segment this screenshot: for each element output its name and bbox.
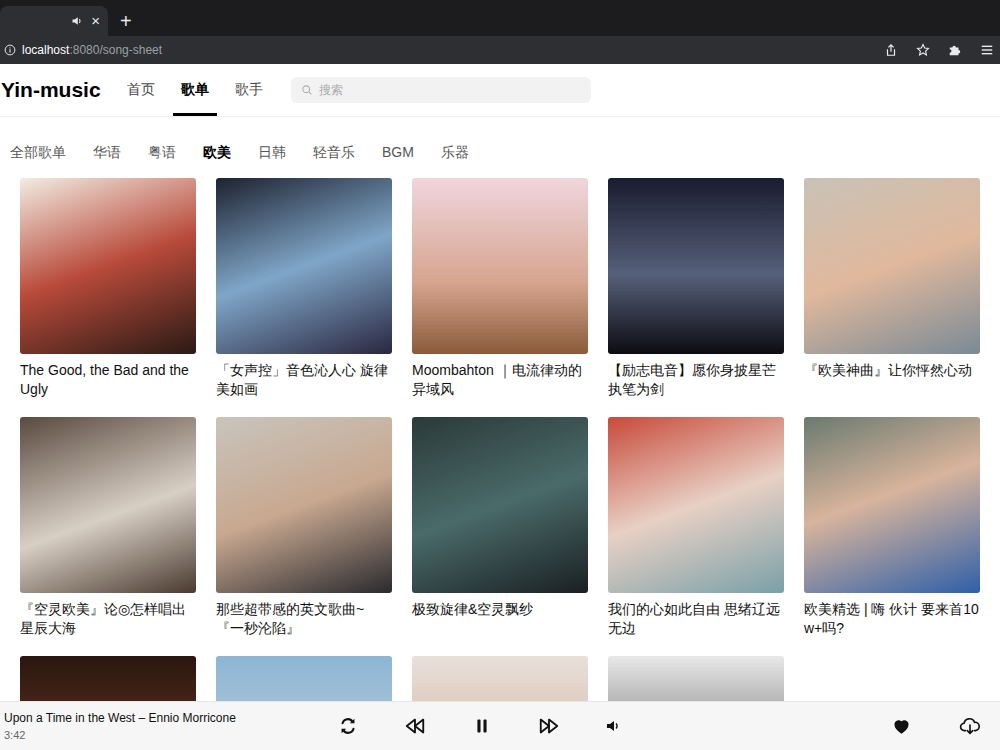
- logo[interactable]: Yin-music: [0, 78, 101, 102]
- playlist-title[interactable]: Moombahton ｜电流律动的异域风: [412, 361, 588, 399]
- extensions-icon[interactable]: [948, 43, 962, 57]
- category-bar: 全部歌单 华语 粤语 欧美 日韩 轻音乐 BGM 乐器: [0, 117, 1000, 162]
- playlist-title[interactable]: 我们的心如此自由 思绪辽远无边: [608, 600, 784, 638]
- playlist-title[interactable]: 那些超带感的英文歌曲~『一秒沦陷』: [216, 600, 392, 638]
- song-sheet-page: 全部歌单 华语 粤语 欧美 日韩 轻音乐 BGM 乐器 The Good, the Bad an…: [0, 117, 1000, 701]
- category-item[interactable]: BGM: [382, 142, 414, 162]
- volume-icon[interactable]: [605, 718, 621, 734]
- playlist-title[interactable]: 『欧美神曲』让你怦然心动: [804, 361, 980, 399]
- player-bar: Upon a Time in the West – Ennio Morricon…: [0, 701, 1000, 750]
- category-item[interactable]: 粤语: [148, 142, 176, 162]
- playlist-card[interactable]: 『空灵欧美』论◎怎样唱出星辰大海: [20, 417, 196, 638]
- main-nav: 首页歌单歌手: [119, 64, 271, 116]
- playlist-card[interactable]: 【励志电音】愿你身披星芒 执笔为剑: [608, 178, 784, 399]
- speaker-icon[interactable]: [71, 15, 83, 27]
- browser-window: ×+localhost:8080/song-sheetYin-music首页歌单…: [0, 0, 1000, 750]
- heart-icon[interactable]: [892, 717, 911, 736]
- playlist-card[interactable]: [20, 656, 196, 701]
- playlist-card[interactable]: [608, 656, 784, 701]
- playlist-cover[interactable]: [20, 656, 196, 701]
- nav-item[interactable]: 首页: [119, 64, 163, 116]
- playlist-title[interactable]: 极致旋律&空灵飘纱: [412, 600, 588, 638]
- playlist-card[interactable]: 『欧美神曲』让你怦然心动: [804, 178, 980, 399]
- new-tab-button[interactable]: +: [120, 6, 132, 36]
- playlist-card[interactable]: [216, 656, 392, 701]
- playlist-cover[interactable]: [412, 656, 588, 701]
- pause-icon[interactable]: [471, 715, 493, 737]
- playlist-card[interactable]: [412, 656, 588, 701]
- previous-icon[interactable]: [404, 715, 426, 737]
- playlist-cover[interactable]: [608, 656, 784, 701]
- search-placeholder: 搜索: [319, 82, 343, 99]
- info-icon[interactable]: [4, 44, 16, 56]
- playlist-cover[interactable]: [412, 178, 588, 354]
- app: Yin-music 首页歌单歌手 搜索全部歌单 华语 粤语 欧美 日韩 轻音乐 BGM 乐器 The…: [0, 64, 1000, 750]
- playlist-cover[interactable]: [804, 178, 980, 354]
- download-icon[interactable]: [959, 715, 981, 737]
- browser-tab[interactable]: ×: [0, 6, 108, 36]
- playlist-cover[interactable]: [20, 178, 196, 354]
- playlist-card[interactable]: Moombahton ｜电流律动的异域风: [412, 178, 588, 399]
- playlist-card[interactable]: 我们的心如此自由 思绪辽远无边: [608, 417, 784, 638]
- playlist-title[interactable]: 「女声控」音色沁人心 旋律美如画: [216, 361, 392, 399]
- playlist-card[interactable]: 欧美精选 | 嗨 伙计 要来首10w+吗?: [804, 417, 980, 638]
- playlist-cover[interactable]: [20, 417, 196, 593]
- playlist-cover[interactable]: [608, 178, 784, 354]
- playlist-card[interactable]: The Good, the Bad and the Ugly: [20, 178, 196, 399]
- playlist-title[interactable]: 『空灵欧美』论◎怎样唱出星辰大海: [20, 600, 196, 638]
- song-duration: 3:42: [4, 728, 337, 742]
- next-icon[interactable]: [538, 715, 560, 737]
- address-bar: localhost:8080/song-sheet: [0, 36, 1000, 64]
- url-path: :8080/song-sheet: [69, 43, 162, 57]
- category-item[interactable]: 全部歌单: [10, 142, 66, 162]
- playlist-grid: The Good, the Bad and the Ugly 「女声控」音色沁人心…: [0, 178, 1000, 701]
- category-item[interactable]: 日韩: [258, 142, 286, 162]
- search-field[interactable]: 搜索: [291, 77, 591, 103]
- playlist-title[interactable]: 【励志电音】愿你身披星芒 执笔为剑: [608, 361, 784, 399]
- tab-close-button[interactable]: ×: [91, 12, 100, 30]
- nav-item[interactable]: 歌单: [173, 64, 217, 116]
- player-actions: [892, 715, 1000, 737]
- menu-icon[interactable]: [980, 43, 994, 57]
- category-item[interactable]: 轻音乐: [313, 142, 355, 162]
- playback-controls: [337, 715, 621, 737]
- tab-strip: ×+: [0, 0, 1000, 36]
- playlist-card[interactable]: 那些超带感的英文歌曲~『一秒沦陷』: [216, 417, 392, 638]
- url-field[interactable]: localhost:8080/song-sheet: [22, 43, 162, 57]
- song-title: Upon a Time in the West – Ennio Morricon…: [4, 711, 337, 726]
- star-icon[interactable]: [916, 43, 930, 57]
- category-item[interactable]: 华语: [93, 142, 121, 162]
- toolbar-actions: [884, 43, 994, 57]
- site-header: Yin-music 首页歌单歌手 搜索: [0, 64, 1000, 117]
- playlist-cover[interactable]: [216, 417, 392, 593]
- playlist-title[interactable]: 欧美精选 | 嗨 伙计 要来首10w+吗?: [804, 600, 980, 638]
- category-item[interactable]: 乐器: [441, 142, 469, 162]
- playlist-cover[interactable]: [216, 178, 392, 354]
- playlist-card[interactable]: 「女声控」音色沁人心 旋律美如画: [216, 178, 392, 399]
- playlist-card[interactable]: 极致旋律&空灵飘纱: [412, 417, 588, 638]
- playlist-cover[interactable]: [412, 417, 588, 593]
- category-item[interactable]: 欧美: [203, 142, 231, 162]
- playlist-cover[interactable]: [608, 417, 784, 593]
- playlist-cover[interactable]: [804, 417, 980, 593]
- search-icon: [301, 84, 313, 96]
- song-info: Upon a Time in the West – Ennio Morricon…: [0, 711, 337, 742]
- nav-item[interactable]: 歌手: [227, 64, 271, 116]
- loop-icon[interactable]: [337, 715, 359, 737]
- playlist-title[interactable]: The Good, the Bad and the Ugly: [20, 361, 196, 399]
- url-host: localhost: [22, 43, 69, 57]
- playlist-cover[interactable]: [216, 656, 392, 701]
- share-icon[interactable]: [884, 43, 898, 57]
